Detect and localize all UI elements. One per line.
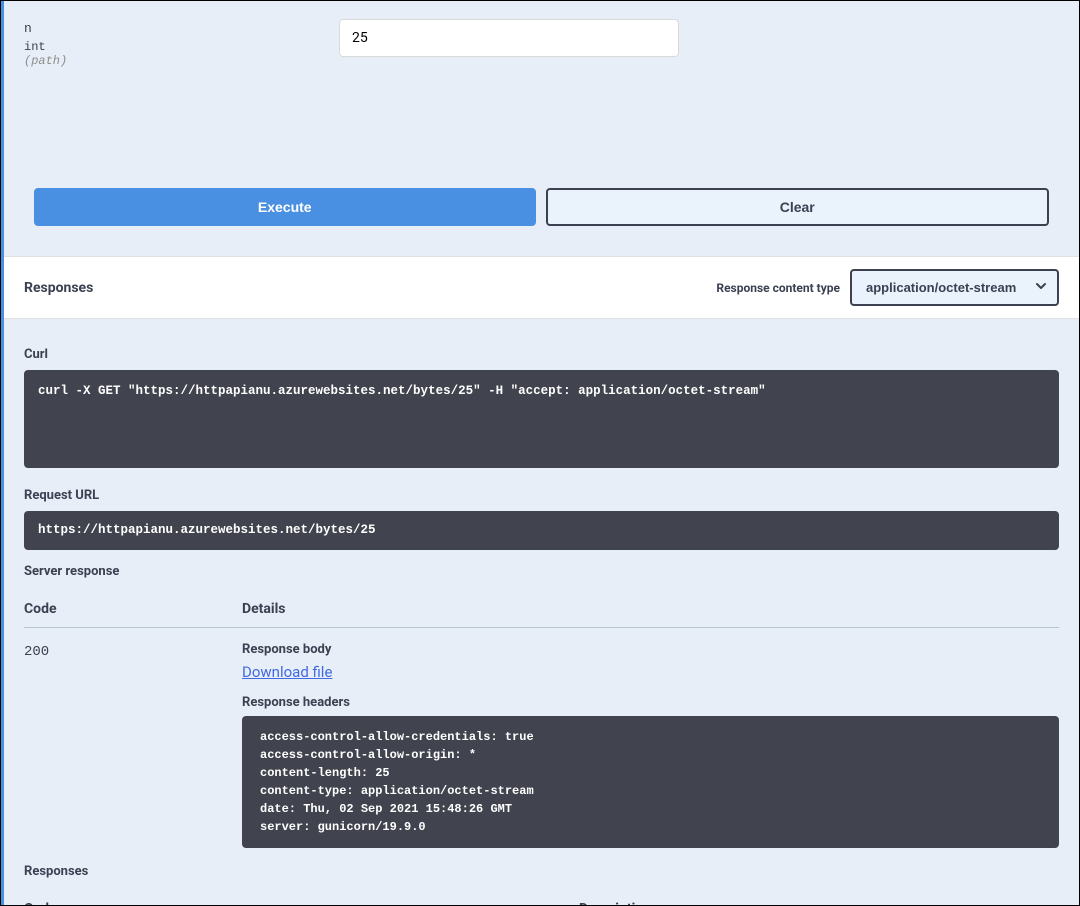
server-response-table-head: Code Details — [24, 601, 1059, 628]
request-url-value: https://httpapianu.azurewebsites.net/byt… — [24, 511, 1059, 550]
param-name: n — [24, 21, 339, 36]
content-type-select-wrap: application/octet-stream — [850, 269, 1059, 306]
download-file-link[interactable]: Download file — [242, 663, 332, 681]
response-headers: access-control-allow-credentials: true a… — [242, 716, 1059, 848]
request-url-label: Request URL — [24, 488, 1059, 503]
param-row-n: n int (path) — [24, 19, 1059, 68]
param-input-n[interactable] — [339, 19, 679, 57]
responses-doc-table-head: Code Description — [24, 901, 1059, 905]
responses-doc-label: Responses — [24, 864, 1059, 879]
response-headers-label: Response headers — [242, 695, 1059, 710]
curl-command: curl -X GET "https://httpapianu.azureweb… — [24, 370, 1059, 468]
execute-button[interactable]: Execute — [34, 188, 536, 226]
response-code: 200 — [24, 642, 242, 660]
curl-label: Curl — [24, 347, 1059, 362]
col-details-header: Details — [242, 601, 1059, 617]
response-body-label: Response body — [242, 642, 1059, 657]
content-type-label: Response content type — [716, 281, 840, 295]
clear-button[interactable]: Clear — [546, 188, 1050, 226]
app-frame: n int (path) Execute Clear Responses Res… — [0, 0, 1080, 906]
server-response-row: 200 Response body Download file Response… — [24, 642, 1059, 864]
responses-header: Responses Response content type applicat… — [4, 256, 1079, 319]
server-response-label: Server response — [24, 564, 1059, 579]
response-body-section: Curl curl -X GET "https://httpapianu.azu… — [4, 319, 1079, 905]
param-meta: n int (path) — [24, 19, 339, 68]
content-type-group: Response content type application/octet-… — [716, 269, 1059, 306]
param-type: int — [24, 40, 339, 54]
operation-panel: n int (path) Execute Clear Responses Res… — [1, 1, 1079, 905]
col-code-header: Code — [24, 601, 242, 617]
responses-title: Responses — [24, 280, 93, 296]
doc-col-code-header: Code — [24, 901, 579, 905]
content-type-select[interactable]: application/octet-stream — [850, 269, 1059, 306]
parameters-section: n int (path) — [4, 1, 1079, 188]
response-details: Response body Download file Response hea… — [242, 642, 1059, 864]
param-in: (path) — [24, 54, 339, 68]
doc-col-desc-header: Description — [579, 901, 1059, 905]
action-button-row: Execute Clear — [4, 188, 1079, 256]
